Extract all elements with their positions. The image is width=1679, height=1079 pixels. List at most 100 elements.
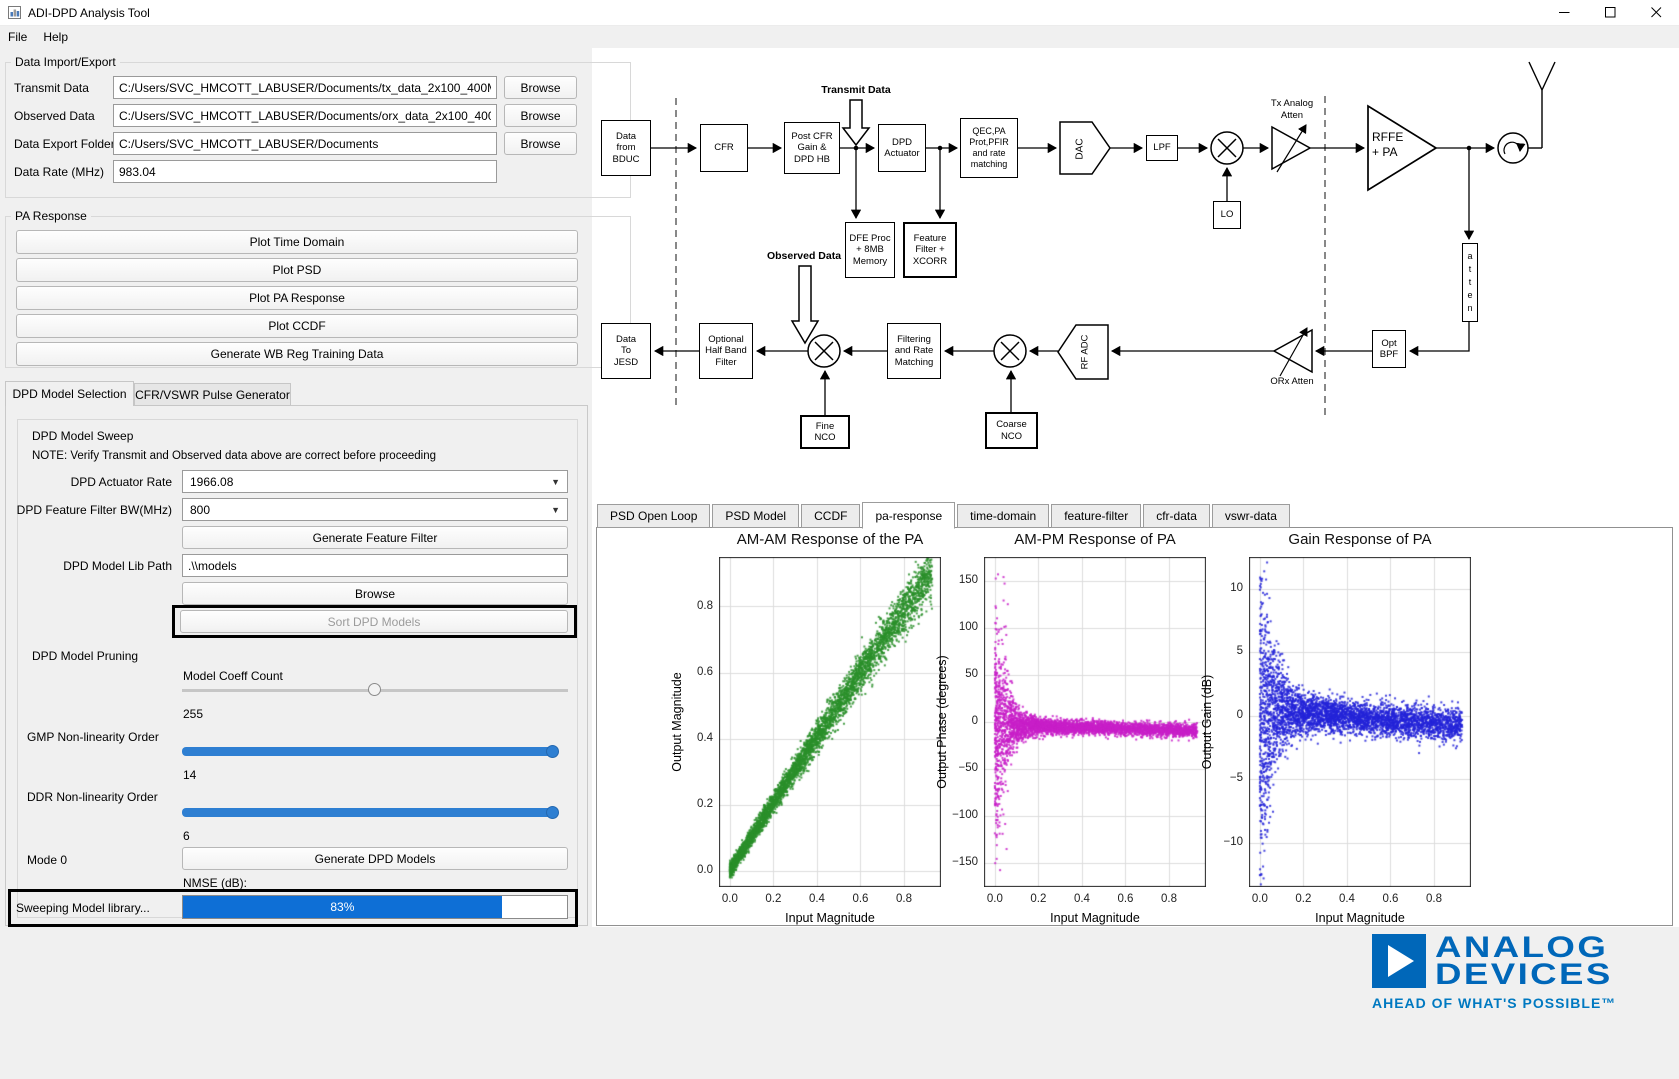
block-qec: QEC,PA Prot,PFIR and rate matching — [960, 118, 1018, 178]
tab-feature-filter[interactable]: feature-filter — [1051, 504, 1141, 528]
block-dpd-actuator: DPD Actuator — [878, 124, 926, 172]
transmit-data-browse-button[interactable]: Browse — [504, 76, 577, 99]
plot-time-domain-button[interactable]: Plot Time Domain — [16, 230, 578, 254]
gmp-order-slider[interactable] — [182, 745, 568, 758]
sweep-progress-text: 83% — [330, 900, 354, 914]
analog-devices-logo-icon — [1372, 934, 1426, 988]
close-button[interactable] — [1633, 0, 1679, 25]
dpd-actuator-rate-label: DPD Actuator Rate — [12, 475, 172, 489]
dpd-model-lib-path-label: DPD Model Lib Path — [12, 559, 172, 573]
plot-area — [719, 557, 941, 887]
menu-bar: File Help — [0, 26, 1679, 48]
transmit-data-input[interactable] — [113, 76, 497, 99]
sweep-progress-bar: 83% — [182, 895, 568, 919]
generate-wb-reg-training-data-button[interactable]: Generate WB Reg Training Data — [16, 342, 578, 366]
x-tick-label: 0.0 — [722, 893, 738, 905]
x-tick-label: 0.4 — [1339, 893, 1355, 905]
block-diagram-canvas: DAC RF ADC — [596, 48, 1679, 502]
tab-dpd-model-selection[interactable]: DPD Model Selection — [5, 381, 134, 406]
observed-data-browse-button[interactable]: Browse — [504, 104, 577, 127]
block-data-from-bduc: Data from BDUC — [601, 120, 651, 176]
ddr-order-slider[interactable] — [182, 806, 568, 819]
brand-wordmark: ANALOG DEVICES — [1435, 934, 1613, 988]
tab-psd-open-loop[interactable]: PSD Open Loop — [597, 504, 710, 528]
mode-label: Mode 0 — [27, 853, 67, 867]
plot-title: Gain Response of PA — [1249, 531, 1471, 548]
window-title: ADI-DPD Analysis Tool — [28, 6, 150, 20]
block-filtering-rate-matching: Filtering and Rate Matching — [887, 323, 941, 379]
y-tick-label: 0.8 — [669, 600, 713, 612]
gmp-slider-thumb[interactable] — [546, 745, 559, 758]
gmp-slider-fill — [182, 747, 556, 756]
dpd-model-sweep-group — [17, 419, 578, 918]
data-rate-input[interactable] — [113, 160, 497, 183]
model-coeff-count-slider[interactable] — [182, 683, 568, 697]
x-tick-label: 0.6 — [1117, 893, 1133, 905]
plot-am-pm-response: AM-PM Response of PAOutput Phase (degree… — [926, 529, 1226, 926]
generate-feature-filter-button[interactable]: Generate Feature Filter — [182, 526, 568, 549]
brand-line2: DEVICES — [1435, 961, 1613, 988]
tab-pa-response[interactable]: pa-response — [862, 502, 955, 529]
brand-line1: ANALOG — [1435, 934, 1613, 961]
model-lib-browse-button[interactable]: Browse — [182, 582, 568, 605]
plot-title: AM-PM Response of PA — [984, 531, 1206, 548]
y-tick-label: 0.2 — [669, 798, 713, 810]
ddr-order-label: DDR Non-linearity Order — [27, 790, 158, 804]
plot-ccdf-button[interactable]: Plot CCDF — [16, 314, 578, 338]
tab-time-domain[interactable]: time-domain — [957, 504, 1049, 528]
plot-x-axis-label: Input Magnitude — [1249, 911, 1471, 925]
plots-panel: AM-AM Response of the PAOutput Magnitude… — [596, 527, 1673, 926]
x-tick-label: 0.2 — [1030, 893, 1046, 905]
tab-cfr-data[interactable]: cfr-data — [1143, 504, 1210, 528]
observed-data-input[interactable] — [113, 104, 497, 127]
scatter-canvas — [719, 557, 941, 887]
minimize-button[interactable] — [1541, 0, 1587, 25]
dpd-feature-filter-bw-dropdown[interactable]: 800 ▼ — [182, 498, 568, 521]
menu-help[interactable]: Help — [35, 26, 76, 48]
chevron-down-icon: ▼ — [551, 505, 560, 515]
tab-vswr-data[interactable]: vswr-data — [1212, 504, 1290, 528]
y-tick-label: 100 — [934, 621, 978, 633]
tab-cfr-vswr-pulse-generator[interactable]: CFR/VSWR Pulse Generator — [134, 383, 291, 406]
sort-dpd-models-button[interactable]: Sort DPD Models — [180, 610, 568, 633]
menu-file[interactable]: File — [0, 26, 35, 48]
dpd-feature-filter-bw-value: 800 — [190, 503, 210, 517]
generate-dpd-models-button[interactable]: Generate DPD Models — [182, 847, 568, 870]
plot-title: AM-AM Response of the PA — [719, 531, 941, 548]
data-rate-label: Data Rate (MHz) — [14, 165, 104, 179]
scatter-canvas — [984, 557, 1206, 887]
ddr-slider-fill — [182, 808, 556, 817]
plot-pa-response-button[interactable]: Plot PA Response — [16, 286, 578, 310]
data-export-folder-input[interactable] — [113, 132, 497, 155]
pa-response-title: PA Response — [11, 209, 91, 223]
plot-x-axis-label: Input Magnitude — [719, 911, 941, 925]
maximize-button[interactable] — [1587, 0, 1633, 25]
x-tick-label: 0.2 — [765, 893, 781, 905]
chevron-down-icon: ▼ — [551, 477, 560, 487]
y-tick-label: −10 — [1199, 836, 1243, 848]
ddr-slider-thumb[interactable] — [546, 806, 559, 819]
block-cfr: CFR — [700, 124, 748, 172]
plot-am-am-response: AM-AM Response of the PAOutput Magnitude… — [661, 529, 961, 926]
observed-data-block-arrow — [792, 266, 818, 343]
transmit-data-flow-label: Transmit Data — [808, 84, 904, 97]
tx-analog-atten-label: Tx Analog Atten — [1252, 98, 1332, 122]
transmit-data-label: Transmit Data — [14, 81, 89, 95]
rf-adc-label: RF ADC — [1080, 334, 1091, 369]
title-bar: ADI-DPD Analysis Tool — [0, 0, 1679, 26]
y-tick-label: 0 — [934, 715, 978, 727]
data-export-folder-browse-button[interactable]: Browse — [504, 132, 577, 155]
dpd-feature-filter-bw-label: DPD Feature Filter BW(MHz) — [12, 503, 172, 517]
block-dfe-proc: DFE Proc + 8MB Memory — [845, 222, 895, 278]
plot-tab-bar: PSD Open Loop PSD Model CCDF pa-response… — [597, 502, 1292, 528]
observed-data-label: Observed Data — [14, 109, 95, 123]
sweep-progress-fill: 83% — [183, 896, 502, 918]
coeff-slider-thumb[interactable] — [368, 683, 381, 696]
rffe-pa-label: RFFE + PA — [1372, 130, 1422, 160]
plot-psd-button[interactable]: Plot PSD — [16, 258, 578, 282]
dpd-model-lib-path-input[interactable] — [182, 554, 568, 577]
tab-psd-model[interactable]: PSD Model — [712, 504, 799, 528]
dpd-actuator-rate-dropdown[interactable]: 1966.08 ▼ — [182, 470, 568, 493]
y-tick-label: 0.4 — [669, 732, 713, 744]
tab-ccdf[interactable]: CCDF — [801, 504, 860, 528]
